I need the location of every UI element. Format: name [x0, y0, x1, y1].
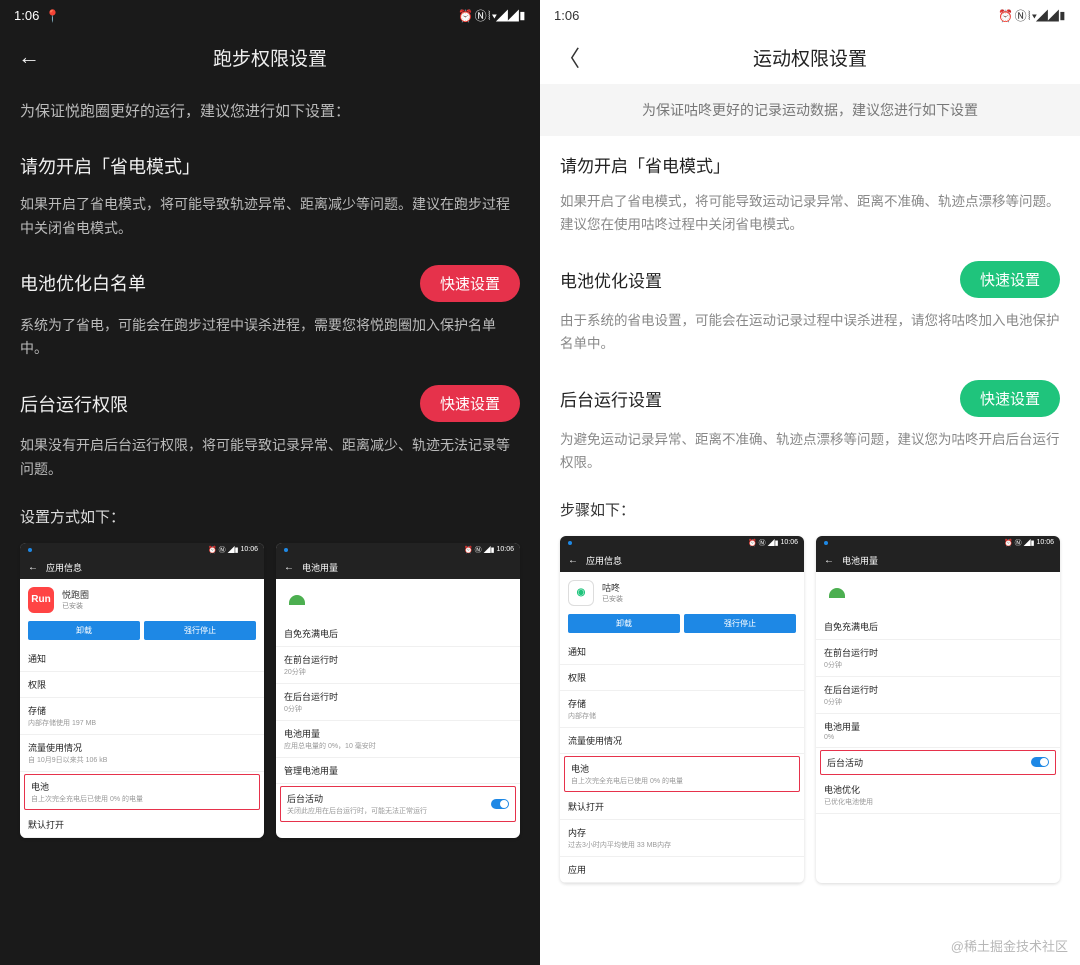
- section-title: 后台运行设置: [560, 386, 662, 411]
- header-left: ← 跑步权限设置: [0, 30, 540, 84]
- watermark: @稀土掘金技术社区: [951, 936, 1068, 955]
- section-title: 电池优化白名单: [20, 270, 146, 296]
- back-chevron-icon[interactable]: 〈: [558, 41, 580, 73]
- android-icon: [824, 580, 850, 606]
- toggle-icon: [1031, 757, 1049, 767]
- steps-label: 设置方式如下：: [0, 490, 540, 535]
- section-desc: 如果开启了省电模式，将可能导致轨迹异常、距离减少等问题。建议在跑步过程中关闭省电…: [20, 193, 520, 241]
- page-title: 跑步权限设置: [213, 44, 327, 71]
- section-title: 请勿开启「省电模式」: [560, 152, 1060, 177]
- section-desc: 如果没有开启后台运行权限，将可能导致记录异常、距离减少、轨迹无法记录等问题。: [20, 434, 520, 482]
- status-time: 1:06: [554, 8, 579, 23]
- header-right: 〈 运动权限设置: [540, 30, 1080, 84]
- phone-right: 1:06 ⏰ Ⓝ ⦚ ▾◢◢▮ 〈 运动权限设置 为保证咕咚更好的记录运动数据，…: [540, 0, 1080, 965]
- statusbar-left: 1:06 ⏰ Ⓝ ⦚ ▾◢◢▮: [0, 0, 540, 30]
- section-desc: 由于系统的省电设置，可能会在运动记录过程中误杀进程，请您将咕咚加入电池保护名单中…: [560, 310, 1060, 356]
- highlighted-row: 电池自上次完全充电后已使用 0% 的电量: [564, 756, 800, 792]
- location-icon: [45, 8, 60, 23]
- section-desc: 如果开启了省电模式，将可能导致运动记录异常、距离不准确、轨迹点漂移等问题。建议您…: [560, 191, 1060, 237]
- highlighted-row: 电池自上次完全充电后已使用 0% 的电量: [24, 774, 260, 810]
- section-power-saving: 请勿开启「省电模式」 如果开启了省电模式，将可能导致轨迹异常、距离减少等问题。建…: [0, 137, 540, 249]
- phone-left: 1:06 ⏰ Ⓝ ⦚ ▾◢◢▮ ← 跑步权限设置 为保证悦跑圈更好的运行，建议您…: [0, 0, 540, 965]
- thumb-battery-usage: ⏰ Ⓝ ◢▮10:06 ←电池用量 自免充满电后 在前台运行时0分钟 在后台运行…: [816, 536, 1060, 883]
- status-time: 1:06: [14, 8, 39, 23]
- uninstall-button: 卸载: [28, 621, 140, 640]
- section-title: 电池优化设置: [560, 267, 662, 292]
- status-icons: ⏰ Ⓝ ⦚ ▾◢◢▮: [998, 7, 1066, 24]
- screenshot-thumbs: ⏰ Ⓝ ◢▮10:06 ←应用信息 Run 悦跑圈已安装 卸载 强行停止 通知 …: [0, 535, 540, 846]
- section-background-run: 后台运行设置 快速设置 为避免运动记录异常、距离不准确、轨迹点漂移等问题，建议您…: [540, 364, 1080, 483]
- app-icon: ◉: [568, 580, 594, 606]
- thumb-app-info: ⏰ Ⓝ ◢▮10:06 ←应用信息 Run 悦跑圈已安装 卸载 强行停止 通知 …: [20, 543, 264, 838]
- thumb-app-info: ⏰ Ⓝ ◢▮10:06 ←应用信息 ◉ 咕咚已安装 卸载 强行停止 通知 权限 …: [560, 536, 804, 883]
- back-arrow-icon[interactable]: ←: [18, 44, 40, 70]
- android-icon: [284, 587, 310, 613]
- force-stop-button: 强行停止: [144, 621, 256, 640]
- toggle-icon: [491, 799, 509, 809]
- section-power-saving: 请勿开启「省电模式」 如果开启了省电模式，将可能导致运动记录异常、距离不准确、轨…: [540, 136, 1080, 245]
- section-desc: 为避免运动记录异常、距离不准确、轨迹点漂移等问题，建议您为咕咚开启后台运行权限。: [560, 429, 1060, 475]
- quick-settings-button[interactable]: 快速设置: [960, 380, 1060, 417]
- app-icon: Run: [28, 587, 54, 613]
- quick-settings-button[interactable]: 快速设置: [420, 265, 520, 302]
- status-icons: ⏰ Ⓝ ⦚ ▾◢◢▮: [458, 7, 526, 24]
- highlighted-row: 后台活动关闭此应用在后台运行时，可能无法正常运行: [280, 786, 516, 822]
- steps-label: 步骤如下：: [540, 483, 1080, 528]
- quick-settings-button[interactable]: 快速设置: [960, 261, 1060, 298]
- page-title: 运动权限设置: [753, 44, 867, 71]
- section-title: 请勿开启「省电模式」: [20, 153, 520, 179]
- banner-right: 为保证咕咚更好的记录运动数据，建议您进行如下设置: [540, 84, 1080, 136]
- section-battery-whitelist: 电池优化白名单 快速设置 系统为了省电，可能会在跑步过程中误杀进程，需要您将悦跑…: [0, 249, 540, 370]
- highlighted-row: 后台活动: [820, 750, 1056, 775]
- section-title: 后台运行权限: [20, 391, 128, 417]
- section-battery-optimize: 电池优化设置 快速设置 由于系统的省电设置，可能会在运动记录过程中误杀进程，请您…: [540, 245, 1080, 364]
- banner-left: 为保证悦跑圈更好的运行，建议您进行如下设置：: [0, 84, 540, 137]
- section-background-permission: 后台运行权限 快速设置 如果没有开启后台运行权限，将可能导致记录异常、距离减少、…: [0, 369, 540, 490]
- quick-settings-button[interactable]: 快速设置: [420, 385, 520, 422]
- thumb-battery-usage: ⏰ Ⓝ ◢▮10:06 ←电池用量 自免充满电后 在前台运行时20分钟 在后台运…: [276, 543, 520, 838]
- statusbar-right: 1:06 ⏰ Ⓝ ⦚ ▾◢◢▮: [540, 0, 1080, 30]
- section-desc: 系统为了省电，可能会在跑步过程中误杀进程，需要您将悦跑圈加入保护名单中。: [20, 314, 520, 362]
- uninstall-button: 卸载: [568, 614, 680, 633]
- force-stop-button: 强行停止: [684, 614, 796, 633]
- screenshot-thumbs: ⏰ Ⓝ ◢▮10:06 ←应用信息 ◉ 咕咚已安装 卸载 强行停止 通知 权限 …: [540, 528, 1080, 891]
